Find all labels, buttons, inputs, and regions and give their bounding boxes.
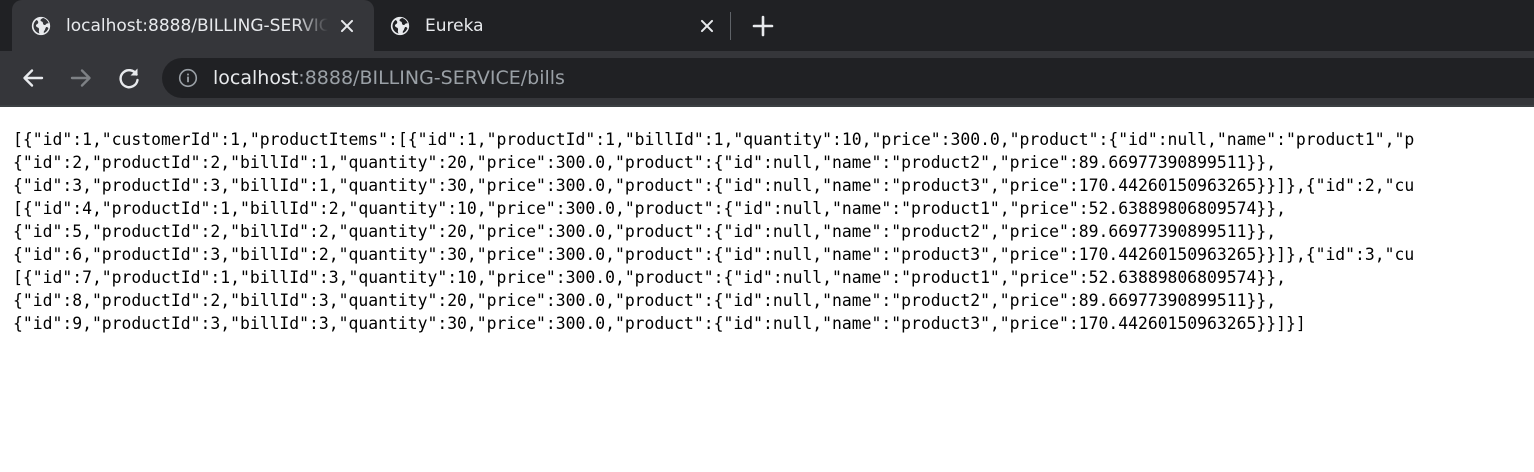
reload-icon[interactable]	[115, 64, 143, 92]
json-line: {"id":9,"productId":3,"billId":3,"quanti…	[13, 314, 1306, 333]
info-icon[interactable]	[178, 68, 198, 88]
json-line: {"id":6,"productId":3,"billId":2,"quanti…	[13, 245, 1415, 264]
json-line: [{"id":4,"productId":1,"billId":2,"quant…	[13, 199, 1286, 218]
json-line: {"id":5,"productId":2,"billId":2,"quanti…	[13, 222, 1277, 241]
close-tab-icon[interactable]	[696, 15, 718, 37]
url-host: localhost	[213, 67, 299, 89]
page-content: [{"id":1,"customerId":1,"productItems":[…	[0, 107, 1534, 472]
url-path: :8888/BILLING-SERVICE/bills	[298, 67, 565, 89]
tab-strip: localhost:8888/BILLING-SERVICE/ Eureka	[0, 0, 1534, 51]
json-line: [{"id":7,"productId":1,"billId":3,"quant…	[13, 268, 1286, 287]
browser-toolbar: localhost:8888/BILLING-SERVICE/bills	[0, 51, 1534, 105]
tab-separator	[730, 12, 731, 40]
forward-arrow-icon[interactable]	[67, 64, 95, 92]
json-line: {"id":2,"productId":2,"billId":1,"quanti…	[13, 153, 1277, 172]
globe-icon	[390, 16, 410, 36]
json-line: {"id":8,"productId":2,"billId":3,"quanti…	[13, 291, 1277, 310]
tab-title: Eureka	[425, 16, 484, 36]
url-text[interactable]: localhost:8888/BILLING-SERVICE/bills	[213, 66, 565, 90]
address-bar[interactable]: localhost:8888/BILLING-SERVICE/bills	[162, 58, 1534, 98]
json-line: [{"id":1,"customerId":1,"productItems":[…	[13, 130, 1415, 149]
tab-eureka[interactable]: Eureka	[374, 0, 726, 51]
close-tab-icon[interactable]	[336, 15, 358, 37]
new-tab-plus-icon[interactable]	[748, 11, 778, 41]
json-line: {"id":3,"productId":3,"billId":1,"quanti…	[13, 176, 1415, 195]
json-response: [{"id":1,"customerId":1,"productItems":[…	[13, 128, 1414, 335]
back-arrow-icon[interactable]	[19, 64, 47, 92]
browser-window: localhost:8888/BILLING-SERVICE/ Eureka l…	[0, 0, 1534, 472]
tab-title: localhost:8888/BILLING-SERVICE/	[66, 16, 328, 36]
globe-icon	[31, 16, 51, 36]
tab-billing-service[interactable]: localhost:8888/BILLING-SERVICE/	[12, 0, 374, 51]
